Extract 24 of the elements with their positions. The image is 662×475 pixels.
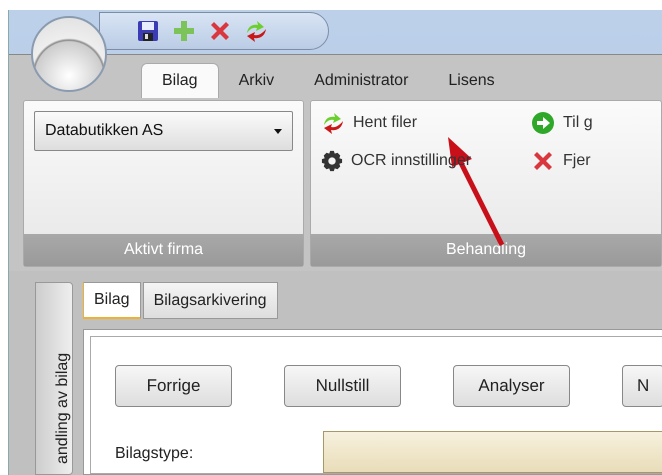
side-tab[interactable]: andling av bilag <box>35 282 73 475</box>
ribbon-tab[interactable]: Administrator <box>294 64 428 98</box>
action-button[interactable]: Nullstill <box>284 365 401 407</box>
caret-icon <box>274 128 282 134</box>
ribbon-command[interactable]: Til g <box>531 111 651 136</box>
ribbon-tab[interactable]: Bilag <box>141 63 219 98</box>
ribbon-tab[interactable]: Arkiv <box>218 64 294 98</box>
group-label: Behandling <box>311 234 661 266</box>
ribbon-command[interactable]: Fjer <box>531 149 651 174</box>
arrows-icon[interactable] <box>321 111 345 136</box>
ribbon-tab[interactable]: Lisens <box>428 64 515 98</box>
action-button[interactable]: N <box>622 365 662 407</box>
action-button[interactable]: Analyser <box>453 365 570 407</box>
input-field[interactable] <box>323 431 662 473</box>
field-label: Bilagstype: <box>115 445 194 464</box>
tab[interactable]: Bilagsarkivering <box>142 282 278 319</box>
save-icon[interactable] <box>136 19 160 43</box>
tab[interactable]: Bilag <box>83 282 141 319</box>
ribbon-command[interactable]: Hent filer <box>321 111 531 136</box>
company-dropdown[interactable]: Databutikken AS <box>34 111 293 152</box>
arrows-icon[interactable] <box>244 19 268 43</box>
group-label: Aktivt firma <box>24 234 303 266</box>
gear-icon <box>321 150 343 172</box>
action-button[interactable]: Forrige <box>115 365 232 407</box>
